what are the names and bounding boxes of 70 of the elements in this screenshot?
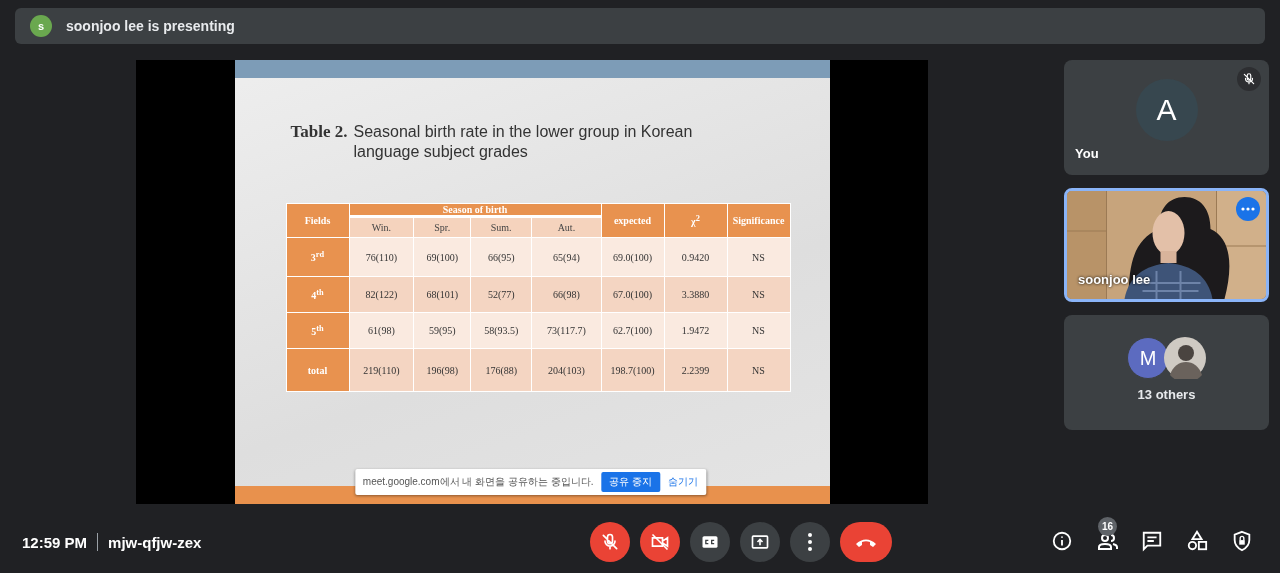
table-header: expected	[601, 203, 664, 238]
presenting-label: soonjoo lee is presenting	[66, 18, 235, 34]
hide-button[interactable]: 숨기기	[668, 475, 699, 489]
more-options-icon	[807, 533, 812, 551]
table-header: Win.	[349, 216, 414, 238]
table-header: Sum.	[470, 216, 532, 238]
table-cell: 82(122)	[349, 276, 414, 313]
share-notice-text: meet.google.com에서 내 화면을 공유하는 중입니다.	[362, 475, 594, 489]
table-label: Table 2.	[290, 122, 348, 143]
participant-name: You	[1075, 146, 1099, 161]
stop-sharing-button[interactable]: 공유 중지	[601, 472, 661, 492]
table-cell: 196(98)	[413, 348, 471, 392]
info-icon	[1051, 530, 1073, 552]
camera-off-icon	[649, 532, 670, 552]
avatar-photo	[1164, 337, 1206, 379]
table-cell: 65(94)	[531, 237, 601, 277]
table-cell: 58(93.5)	[470, 312, 532, 349]
table-cell: NS	[727, 276, 790, 313]
table-cell: 52(77)	[470, 276, 532, 313]
table-cell: NS	[727, 237, 790, 277]
shield-lock-icon	[1231, 530, 1253, 552]
table-cell: 66(98)	[531, 276, 601, 313]
table-cell: NS	[727, 348, 790, 392]
table-header: Significance	[727, 203, 790, 238]
table-cell: 176(88)	[470, 348, 532, 392]
row-header: 5$^{th}$	[286, 312, 349, 349]
row-header: 3$^{rd}$	[286, 237, 349, 277]
table-cell: 69(100)	[413, 237, 471, 277]
participant-name: soonjoo lee	[1078, 272, 1151, 287]
table-header: Spr.	[413, 216, 471, 238]
table-cell: 68(101)	[413, 276, 471, 313]
table-cell: 76(110)	[349, 237, 414, 277]
table-cell: 61(98)	[349, 312, 414, 349]
table-cell: 1.9472	[664, 312, 727, 349]
table-cell: 204(103)	[531, 348, 601, 392]
table-cell: 73(117.7)	[531, 312, 601, 349]
table-cell: 0.9420	[664, 237, 727, 277]
table-cell: 2.2399	[664, 348, 727, 392]
more-icon	[1241, 207, 1255, 211]
more-button[interactable]	[789, 522, 830, 562]
avatar: A	[1135, 78, 1198, 141]
presenter-avatar: s	[30, 15, 52, 37]
table-cell: 198.7(100)	[601, 348, 664, 392]
table-cell: 66(95)	[470, 237, 532, 277]
table-header: χ$^{2}$	[664, 203, 727, 238]
table-cell: NS	[727, 312, 790, 349]
shapes-icon	[1186, 530, 1208, 552]
chat-icon	[1141, 530, 1163, 552]
camera-button[interactable]	[639, 522, 680, 562]
table-cell: 219(110)	[349, 348, 414, 392]
row-header: 4$^{th}$	[286, 276, 349, 313]
captions-button[interactable]	[689, 522, 730, 562]
row-header: total	[286, 348, 349, 392]
leave-call-button[interactable]	[839, 522, 892, 562]
meeting-code: mjw-qfjw-zex	[108, 533, 202, 551]
table-cell: 59(95)	[413, 312, 471, 349]
present-button[interactable]	[739, 522, 780, 562]
count-badge: 16	[1098, 517, 1117, 536]
table-header: Fields	[286, 203, 349, 238]
present-screen-icon	[749, 532, 770, 552]
table-cell: 67.0(100)	[601, 276, 664, 313]
slide-title: Seasonal birth rate in the lower group in Korean language subject grades	[353, 122, 694, 162]
participant-count-label: 13 others	[1137, 387, 1196, 402]
table-cell: 3.3880	[664, 276, 727, 313]
table-cell: 69.0(100)	[601, 237, 664, 277]
table-cell: 62.7(100)	[601, 312, 664, 349]
avatar: M	[1127, 337, 1169, 379]
table-header: Aut.	[531, 216, 601, 238]
meeting-time: 12:59 PM	[22, 533, 88, 551]
mic-button[interactable]	[589, 522, 630, 562]
